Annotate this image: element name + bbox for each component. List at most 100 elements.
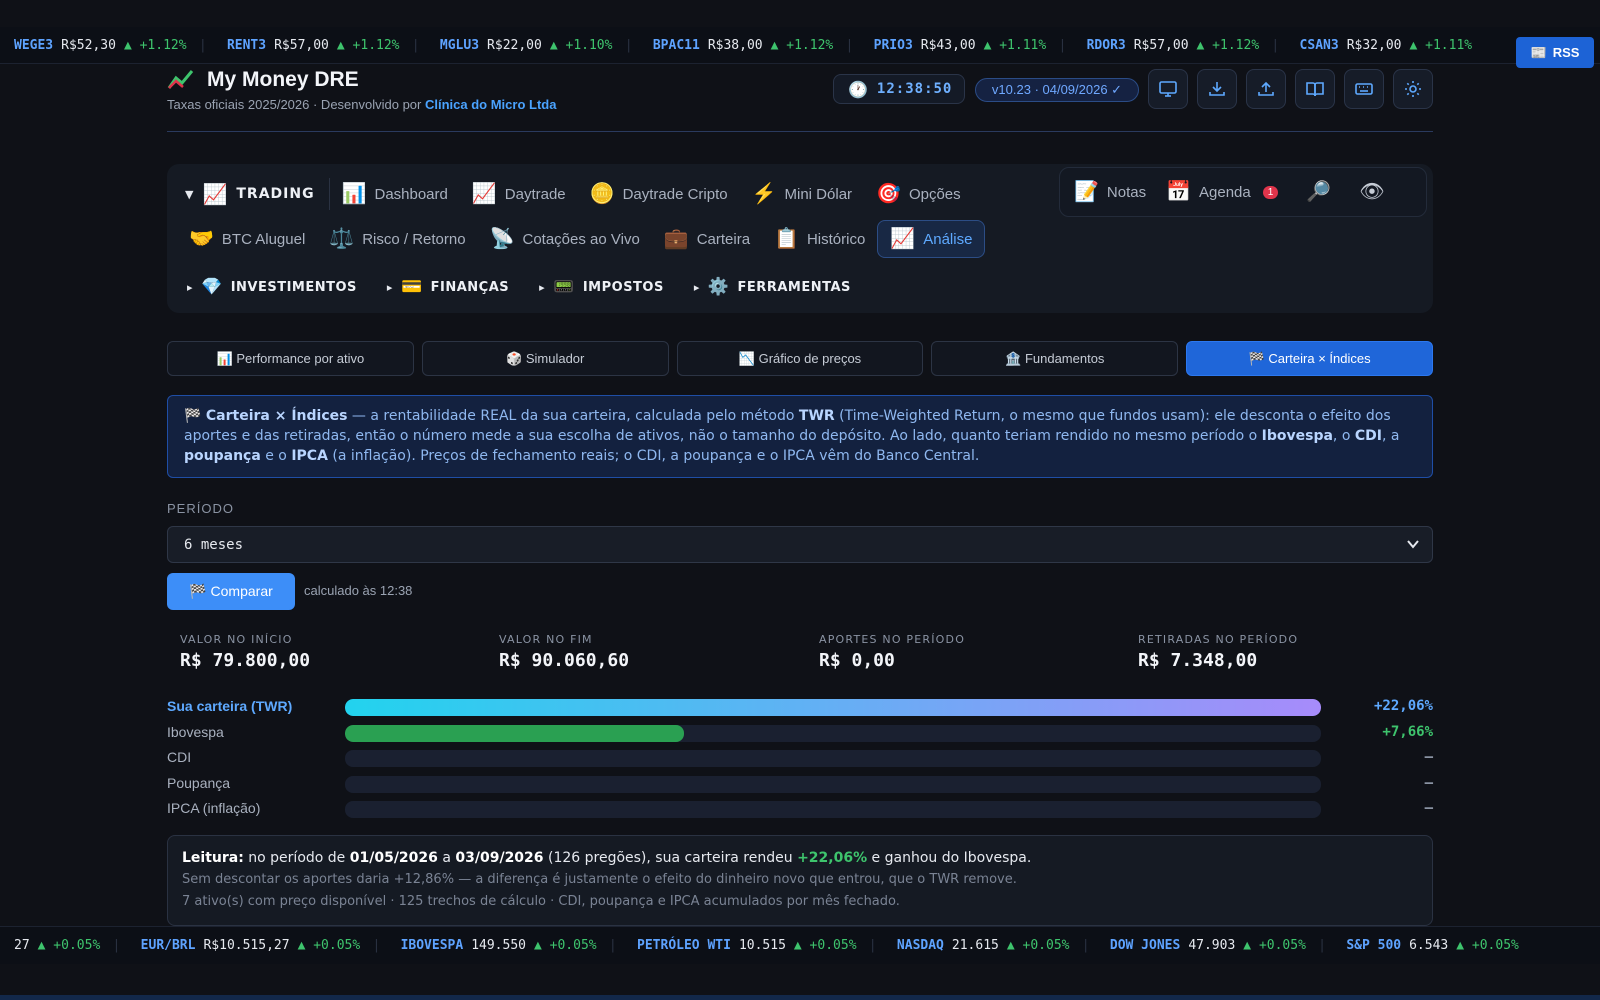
- ticker-separator: |: [870, 938, 875, 953]
- tab-simulador[interactable]: 🎲 Simulador: [421, 341, 669, 376]
- ticker-item: EUR/BRL R$10.515,27 ▲ +0.05%: [127, 938, 361, 953]
- newspaper-icon: 📰: [1530, 44, 1547, 60]
- app-header: My Money DRE Taxas oficiais 2025/2026 · …: [167, 66, 1433, 132]
- comparison-row: CDI —: [167, 748, 1433, 768]
- ticker-change: ▲ +1.11%: [1409, 37, 1473, 53]
- keyboard-icon: [1355, 83, 1373, 95]
- tab-performance[interactable]: 📊 Performance por ativo: [167, 341, 414, 376]
- comparison-track: [345, 750, 1321, 767]
- calendar-icon: 📅: [1166, 181, 1191, 203]
- privacy-toggle[interactable]: 👁: [1359, 182, 1384, 202]
- trend-up-icon: 📈: [890, 228, 916, 250]
- ticker-item: DOW JONES 47.903 ▲ +0.05%: [1096, 938, 1306, 953]
- ticker-item: MGLU3 R$22,00 ▲ +1.10%: [426, 38, 613, 53]
- rss-label: RSS: [1552, 45, 1580, 60]
- nav-risco-retorno[interactable]: ⚖️ Risco / Retorno: [317, 220, 477, 258]
- ticker-price: 149.550: [471, 938, 526, 953]
- comparison-track: [345, 801, 1321, 818]
- nav-daytrade[interactable]: 📈 Daytrade: [460, 175, 578, 213]
- ticker-price: 6.543: [1409, 938, 1449, 953]
- ticker-symbol: IBOVESPA: [400, 938, 464, 953]
- tab-fundamentos[interactable]: 🏦 Fundamentos: [931, 341, 1179, 376]
- ticker-change: ▲ +0.05%: [1456, 938, 1519, 953]
- comparison-row: IPCA (inflação) —: [167, 799, 1433, 819]
- ticker-item: RDOR3 R$57,00 ▲ +1.12%: [1073, 38, 1260, 53]
- nav-group-investimentos[interactable]: ▸ 💎 INVESTIMENTOS: [177, 270, 367, 304]
- monitor-icon: [1159, 81, 1177, 97]
- tab-grafico-precos[interactable]: 📉 Gráfico de preços: [676, 341, 924, 376]
- agenda-link[interactable]: 📅 Agenda 1: [1166, 181, 1279, 203]
- version-badge[interactable]: v10.23 · 04/09/2026 ✓: [975, 78, 1139, 102]
- book-icon: [1306, 82, 1324, 97]
- nav-opcoes[interactable]: 🎯 Opções: [864, 175, 973, 213]
- info-box: 🏁 Carteira × Índices — a rentabilidade R…: [167, 395, 1433, 478]
- manual-button[interactable]: [1295, 69, 1335, 109]
- bottom-bar: [0, 995, 1600, 1000]
- developer-link[interactable]: Clínica do Micro Ltda: [425, 97, 556, 112]
- keyboard-shortcuts-button[interactable]: [1344, 69, 1384, 109]
- ticker-item: PRIO3 R$43,00 ▲ +1.11%: [860, 38, 1047, 53]
- comparison-track: [345, 699, 1321, 716]
- ticker-separator: |: [610, 938, 616, 953]
- ticker-change: ▲ +1.10%: [549, 37, 613, 53]
- comparison-row: Sua carteira (TWR) +22,06%: [167, 697, 1433, 717]
- nav-cotacoes[interactable]: 📡 Cotações ao Vivo: [478, 220, 652, 258]
- ticker-change: ▲ +0.05%: [1006, 938, 1070, 953]
- period-value: 6 meses: [184, 536, 244, 553]
- comparison-row: Ibovespa +7,66%: [167, 723, 1433, 743]
- pager-icon: 📟: [553, 276, 575, 297]
- upload-button[interactable]: [1246, 69, 1286, 109]
- monitor-icon-button[interactable]: [1148, 69, 1188, 109]
- notes-link[interactable]: 📝 Notas: [1074, 182, 1146, 202]
- comparison-track: [345, 725, 1321, 742]
- ticker-price: R$43,00: [920, 37, 976, 53]
- satellite-icon: 📡: [489, 228, 515, 250]
- reading-summary: Leitura: no período de 01/05/2026 a 03/0…: [167, 835, 1433, 926]
- ticker-symbol: MGLU3: [439, 37, 480, 53]
- caret-right-icon: ▸: [386, 280, 393, 294]
- comparison-value: +7,66%: [1382, 724, 1433, 740]
- ticker-separator: |: [1083, 938, 1088, 953]
- nav-carteira[interactable]: 💼 Carteira: [652, 220, 762, 258]
- ticker-price: R$52,30: [61, 37, 116, 53]
- ticker-price: R$22,00: [487, 37, 542, 53]
- ticker-symbol: PETRÓLEO WTI: [637, 938, 731, 953]
- search-button[interactable]: 🔎: [1306, 182, 1331, 202]
- nav-btc-aluguel[interactable]: 🤝 BTC Aluguel: [185, 220, 317, 258]
- clock-time: 12:38:50: [876, 81, 953, 97]
- download-button[interactable]: [1197, 69, 1237, 109]
- logo-chart-icon: [167, 70, 194, 89]
- ticker-change: ▲ +1.12%: [336, 37, 400, 53]
- ticker-item: PETRÓLEO WTI 10.515 ▲ +0.05%: [623, 938, 857, 953]
- ticker-item: NASDAQ 21.615 ▲ +0.05%: [883, 938, 1070, 953]
- ticker-separator: |: [1060, 37, 1065, 53]
- comparison-fill: [345, 699, 1321, 716]
- settings-button[interactable]: [1393, 69, 1433, 109]
- lightning-icon: ⚡: [751, 183, 777, 205]
- tab-carteira-indices[interactable]: 🏁 Carteira × Índices: [1186, 341, 1433, 376]
- nav-group-ferramentas[interactable]: ▸ ⚙️ FERRAMENTAS: [684, 270, 861, 304]
- compare-button[interactable]: 🏁 Comparar: [167, 573, 295, 610]
- clipboard-icon: 📋: [774, 228, 799, 250]
- gem-icon: 💎: [201, 276, 223, 297]
- nav-daytrade-cripto[interactable]: 🪙 Daytrade Cripto: [578, 175, 740, 213]
- period-select[interactable]: 6 meses: [167, 526, 1433, 563]
- ticker-separator: |: [1319, 938, 1325, 953]
- ticker-change: ▲ +1.12%: [123, 37, 187, 53]
- ticker-separator: |: [413, 37, 418, 53]
- nav-group-impostos[interactable]: ▸ 📟 IMPOSTOS: [529, 270, 674, 304]
- caret-right-icon: ▸: [187, 280, 194, 294]
- nav-group-financas[interactable]: ▸ 💳 FINANÇAS: [377, 270, 519, 304]
- download-icon: [1209, 82, 1225, 96]
- rss-button[interactable]: 📰 RSS: [1516, 37, 1594, 68]
- nav-mini-dolar[interactable]: ⚡ Mini Dólar: [740, 175, 864, 213]
- ticker-item: CSAN3 R$32,00 ▲ +1.11%: [1286, 38, 1473, 53]
- ticker-price: 10.515: [738, 938, 786, 953]
- nav-analise[interactable]: 📈 Análise: [877, 220, 986, 258]
- nav-group-trading[interactable]: ▼ 📈 TRADING: [185, 178, 330, 210]
- gear-icon: ⚙️: [707, 276, 730, 297]
- nav-dashboard[interactable]: 📊 Dashboard: [330, 175, 460, 213]
- caret-right-icon: ▸: [539, 280, 546, 294]
- comparison-label: CDI: [167, 749, 192, 765]
- nav-historico[interactable]: 📋 Histórico: [762, 220, 877, 258]
